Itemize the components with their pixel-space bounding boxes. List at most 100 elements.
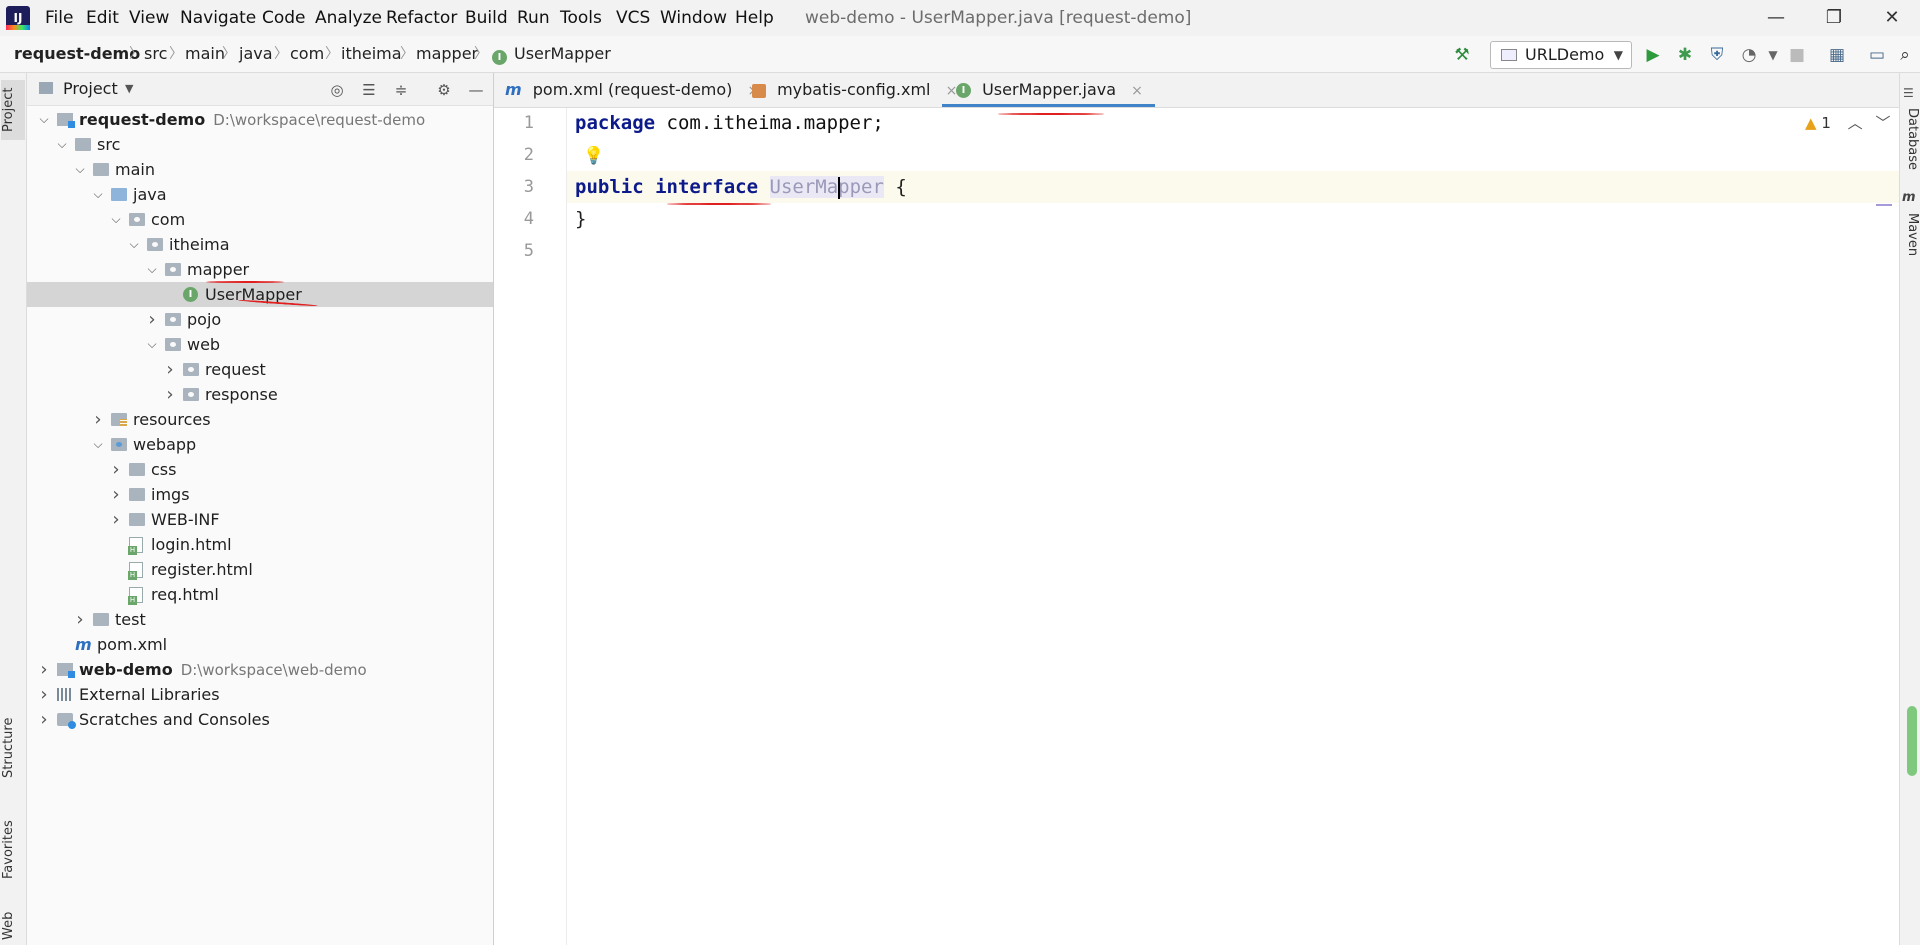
favorites-tool-tab[interactable]: Favorites: [1, 810, 25, 890]
database-tool-tab[interactable]: Database: [1900, 104, 1920, 174]
stop-icon[interactable]: ■: [1784, 42, 1810, 68]
tree-item-req-html[interactable]: req.html: [27, 582, 493, 607]
collapse-all-icon[interactable]: ≑: [390, 79, 412, 101]
code-line-1[interactable]: package com.itheima.mapper;: [575, 107, 884, 139]
chevron-right-icon[interactable]: ›: [163, 357, 177, 382]
chevron-right-icon[interactable]: ›: [109, 457, 123, 482]
chevron-right-icon[interactable]: ›: [91, 407, 105, 432]
terminal-icon[interactable]: ▭: [1864, 42, 1890, 68]
project-structure-icon[interactable]: ▦: [1824, 42, 1850, 68]
tree-item-webapp[interactable]: ⌵ webapp: [27, 432, 493, 457]
menu-code[interactable]: Code: [261, 6, 307, 30]
breadcrumb-project[interactable]: request-demo: [14, 43, 140, 65]
locate-file-icon[interactable]: ◎: [326, 79, 348, 101]
chevron-right-icon[interactable]: ›: [163, 382, 177, 407]
chevron-down-icon[interactable]: ⌵: [91, 182, 105, 207]
menu-run[interactable]: Run: [516, 6, 551, 30]
tab-pom-xml[interactable]: m pom.xml (request-demo) ×: [505, 73, 759, 107]
debug-icon[interactable]: ✱: [1672, 42, 1698, 68]
tab-mybatis-config[interactable]: mybatis-config.xml ×: [752, 73, 957, 107]
chevron-right-icon[interactable]: ›: [109, 482, 123, 507]
chevron-down-icon[interactable]: ⌵: [145, 257, 159, 282]
code-line-4[interactable]: }: [575, 203, 586, 235]
search-icon[interactable]: ⌕: [1892, 42, 1918, 68]
profile-icon[interactable]: ◔: [1736, 42, 1762, 68]
chevron-down-icon[interactable]: ⌵: [127, 232, 141, 257]
expand-all-icon[interactable]: ☰: [358, 79, 380, 101]
project-panel-title[interactable]: Project: [63, 79, 118, 99]
coverage-icon[interactable]: ⛨: [1704, 42, 1730, 68]
breadcrumb-itheima[interactable]: itheima: [341, 43, 402, 65]
tree-item-test[interactable]: › test: [27, 607, 493, 632]
lightbulb-icon[interactable]: 💡: [583, 146, 604, 166]
gear-icon[interactable]: ⚙: [433, 79, 455, 101]
tree-item-java[interactable]: ⌵ java: [27, 182, 493, 207]
chevron-right-icon[interactable]: ›: [37, 707, 51, 732]
menu-analyze[interactable]: Analyze: [314, 6, 383, 30]
menu-refactor[interactable]: Refactor: [385, 6, 458, 30]
tree-item-web[interactable]: ⌵ web: [27, 332, 493, 357]
menu-build[interactable]: Build: [464, 6, 509, 30]
tree-item-response[interactable]: › response: [27, 382, 493, 407]
menu-help[interactable]: Help: [734, 6, 775, 30]
structure-tool-tab[interactable]: Structure: [1, 708, 25, 788]
tree-item-login-html[interactable]: login.html: [27, 532, 493, 557]
chevron-down-icon[interactable]: ⌵: [73, 157, 87, 182]
chevron-right-icon[interactable]: ›: [109, 507, 123, 532]
menu-file[interactable]: File: [44, 6, 74, 30]
restore-button[interactable]: ❐: [1814, 4, 1854, 32]
tree-item-web-demo[interactable]: › web-demo D:\workspace\web-demo: [27, 657, 493, 682]
tree-item-external-libraries[interactable]: › External Libraries: [27, 682, 493, 707]
tree-item-main[interactable]: ⌵ main: [27, 157, 493, 182]
chevron-down-icon[interactable]: ▼: [125, 79, 133, 99]
maven-tool-tab[interactable]: Maven: [1900, 210, 1920, 260]
chevron-right-icon[interactable]: ›: [145, 307, 159, 332]
chevron-down-icon[interactable]: ⌵: [145, 332, 159, 357]
breadcrumb-main[interactable]: main: [185, 43, 225, 65]
tree-item-scratches-and-consoles[interactable]: › Scratches and Consoles: [27, 707, 493, 732]
web-tool-tab[interactable]: Web: [1, 908, 25, 944]
menu-tools[interactable]: Tools: [559, 6, 603, 30]
chevron-down-icon[interactable]: ⌵: [37, 107, 51, 132]
menu-vcs[interactable]: VCS: [615, 6, 651, 30]
chevron-down-icon[interactable]: ﹀: [1875, 114, 1890, 132]
breadcrumb-src[interactable]: src: [144, 43, 167, 65]
tree-item-css[interactable]: › css: [27, 457, 493, 482]
tree-item-resources[interactable]: › resources: [27, 407, 493, 432]
hide-panel-icon[interactable]: —: [465, 79, 487, 101]
chevron-down-icon[interactable]: ▼: [1760, 42, 1786, 68]
breadcrumb-mapper[interactable]: mapper: [416, 43, 478, 65]
tree-item-pojo[interactable]: › pojo: [27, 307, 493, 332]
menu-window[interactable]: Window: [659, 6, 728, 30]
chevron-right-icon[interactable]: ›: [37, 657, 51, 682]
breadcrumb-com[interactable]: com: [290, 43, 324, 65]
chevron-down-icon[interactable]: ⌵: [109, 207, 123, 232]
breadcrumb-java[interactable]: java: [239, 43, 273, 65]
scrollbar-thumb[interactable]: [1907, 706, 1917, 776]
tree-item-usermapper[interactable]: I UserMapper: [27, 282, 493, 307]
menu-edit[interactable]: Edit: [85, 6, 120, 30]
tree-item-pom-xml[interactable]: m pom.xml: [27, 632, 493, 657]
close-window-button[interactable]: ✕: [1872, 4, 1912, 32]
tree-item-web-inf[interactable]: › WEB-INF: [27, 507, 493, 532]
tree-item-imgs[interactable]: › imgs: [27, 482, 493, 507]
project-tool-tab[interactable]: Project: [1, 80, 25, 140]
run-icon[interactable]: ▶: [1640, 42, 1666, 68]
tree-item-request-demo[interactable]: ⌵ request-demo D:\workspace\request-demo: [27, 107, 493, 132]
minimize-button[interactable]: —: [1756, 4, 1796, 32]
chevron-right-icon[interactable]: ›: [73, 607, 87, 632]
code-line-3[interactable]: public interface UserMapper {: [575, 171, 907, 203]
tab-usermapper-java[interactable]: I UserMapper.java ×: [942, 73, 1155, 107]
menu-view[interactable]: View: [128, 6, 170, 30]
hammer-icon[interactable]: ⚒: [1449, 42, 1475, 68]
chevron-down-icon[interactable]: ⌵: [91, 432, 105, 457]
tree-item-register-html[interactable]: register.html: [27, 557, 493, 582]
chevron-down-icon[interactable]: ⌵: [55, 132, 69, 157]
tree-item-mapper[interactable]: ⌵ mapper: [27, 257, 493, 282]
run-configuration-selector[interactable]: URLDemo ▼: [1490, 41, 1632, 69]
inspection-widget[interactable]: ▲ 1 ︿ ﹀: [1805, 112, 1890, 133]
breadcrumb-usermapper[interactable]: UserMapper: [514, 43, 611, 65]
chevron-up-icon[interactable]: ︿: [1848, 114, 1863, 132]
chevron-right-icon[interactable]: ›: [37, 682, 51, 707]
tree-item-request[interactable]: › request: [27, 357, 493, 382]
